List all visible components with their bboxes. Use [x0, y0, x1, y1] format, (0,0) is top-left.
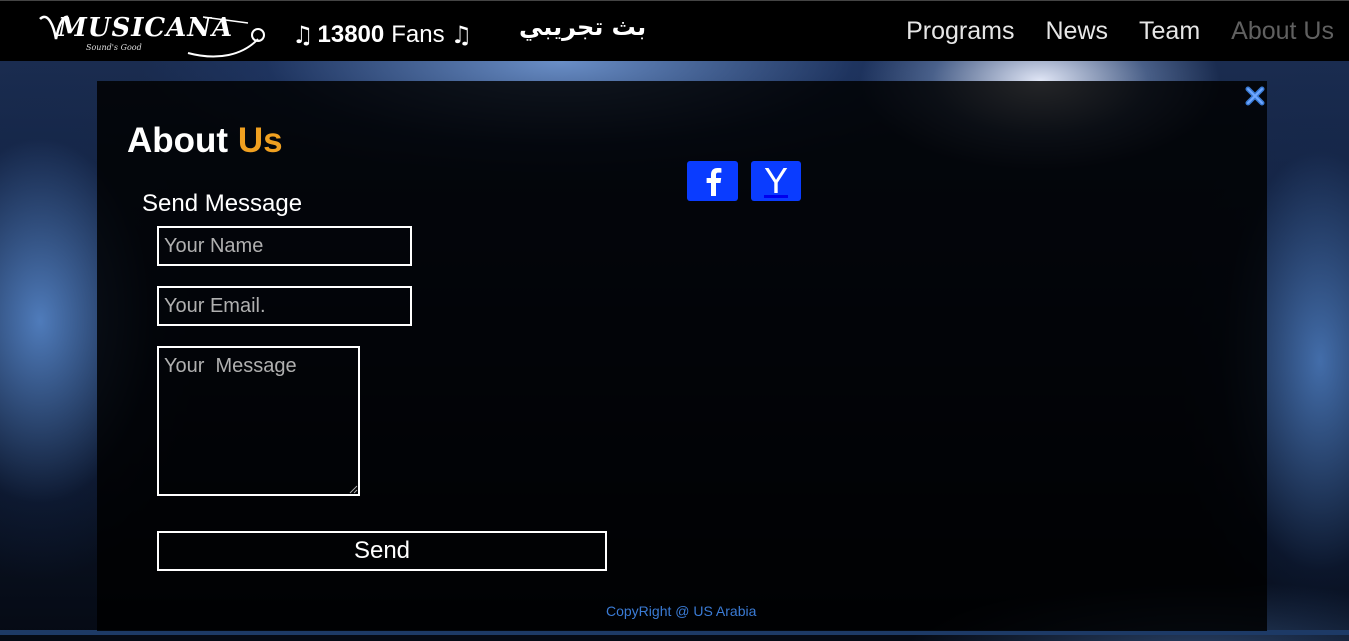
header: MUSICANA Sound's Good ♫ 13800 Fans ♫ بث …: [0, 0, 1349, 61]
resize-grip-icon[interactable]: [348, 484, 358, 494]
title-accent: Us: [237, 121, 283, 160]
youtube-icon: Y: [763, 160, 788, 201]
fans-label: Fans: [391, 21, 445, 48]
main-nav: Programs News Team About Us: [906, 17, 1334, 46]
youtube-button[interactable]: Y: [751, 160, 801, 201]
name-field[interactable]: [157, 226, 412, 266]
fans-count: 13800: [317, 21, 385, 48]
nav-item-news[interactable]: News: [1046, 17, 1109, 46]
copyright-text: CopyRight @ US Arabia: [606, 603, 757, 619]
facebook-button[interactable]: [687, 161, 738, 201]
send-button[interactable]: Send: [157, 531, 607, 571]
music-note-icon: ♫: [292, 21, 314, 49]
music-note-icon: ♫: [450, 21, 473, 49]
page-title: About Us: [127, 121, 283, 161]
title-main: About: [127, 121, 229, 160]
logo-tagline: Sound's Good: [86, 43, 142, 52]
send-message-heading: Send Message: [142, 190, 303, 217]
email-field[interactable]: [157, 286, 412, 326]
logo[interactable]: MUSICANA Sound's Good: [38, 9, 270, 61]
nav-item-programs[interactable]: Programs: [906, 17, 1014, 46]
message-field[interactable]: [157, 346, 360, 496]
nav-item-team[interactable]: Team: [1139, 17, 1200, 46]
fans-counter: ♫ 13800 Fans ♫: [292, 21, 472, 49]
facebook-icon: [706, 168, 721, 196]
logo-text: MUSICANA: [58, 13, 234, 43]
live-broadcast-text[interactable]: بث تجريبي: [519, 13, 646, 41]
close-icon[interactable]: [1245, 86, 1265, 106]
nav-item-about-us[interactable]: About Us: [1231, 17, 1334, 46]
